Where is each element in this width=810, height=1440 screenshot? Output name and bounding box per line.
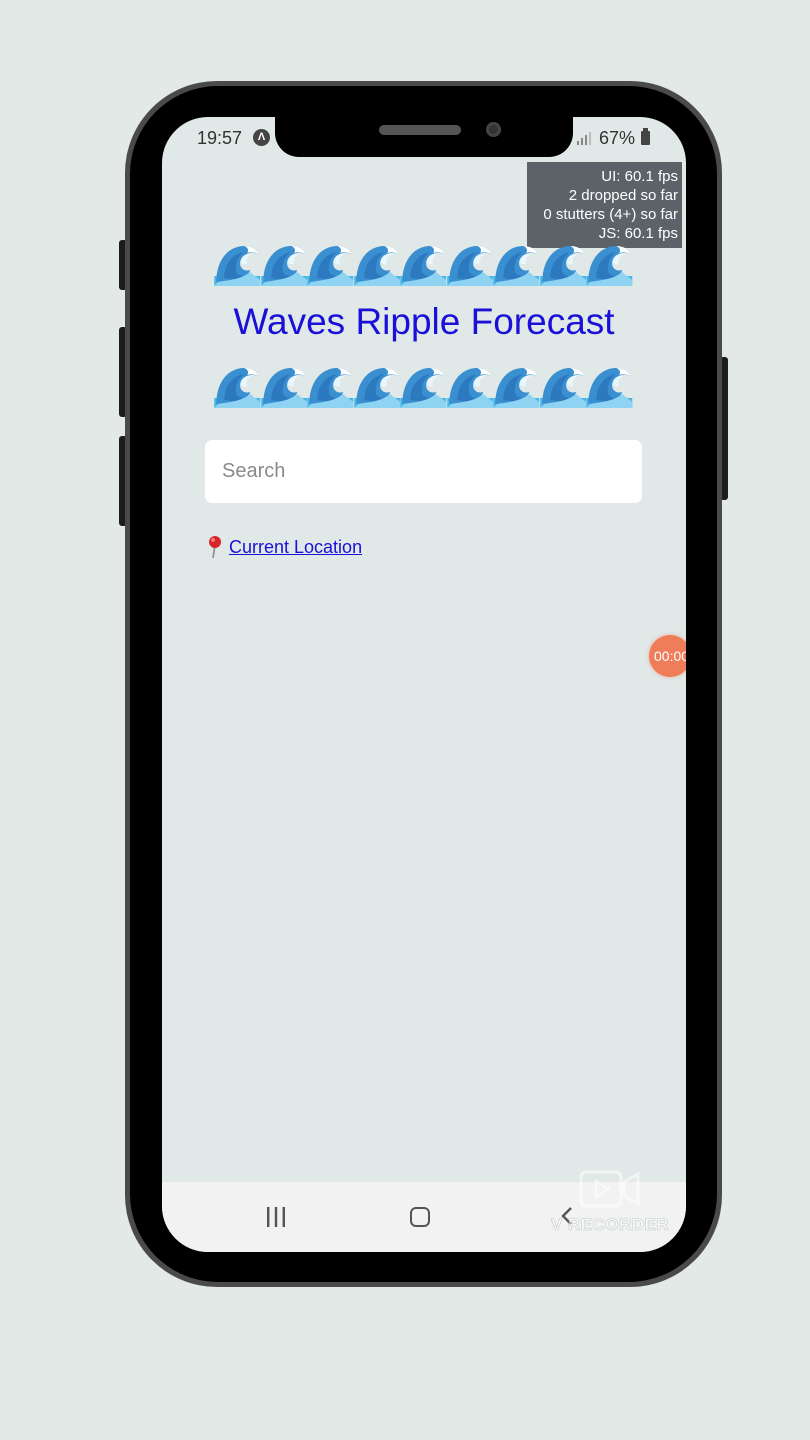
- perf-ui-fps: UI: 60.1 fps: [601, 168, 678, 185]
- wave-emoji-row-top: [214, 242, 634, 286]
- water-wave-icon: [539, 246, 586, 286]
- water-wave-icon: [353, 368, 400, 408]
- perf-dropped-frames: 2 dropped so far: [568, 187, 678, 204]
- current-location-row[interactable]: Current Location: [205, 535, 362, 559]
- expo-app-icon: Λ: [253, 129, 270, 146]
- water-wave-icon: [493, 246, 540, 286]
- home-icon[interactable]: [410, 1207, 430, 1227]
- water-wave-icon: [446, 368, 493, 408]
- water-wave-icon: [307, 246, 354, 286]
- water-wave-icon: [446, 246, 493, 286]
- water-wave-icon: [539, 368, 586, 408]
- earpiece-speaker: [379, 125, 461, 135]
- battery-percentage: 67%: [599, 128, 636, 148]
- water-wave-icon: [214, 368, 261, 408]
- performance-monitor: UI: 60.1 fps 2 dropped so far 0 stutters…: [527, 162, 682, 248]
- water-wave-icon: [214, 246, 261, 286]
- video-recorder-icon: [579, 1170, 640, 1208]
- battery-icon: [641, 128, 650, 145]
- perf-stutters: 0 stutters (4+) so far: [543, 206, 678, 223]
- water-wave-icon: [400, 246, 447, 286]
- round-pushpin-icon: [209, 536, 221, 559]
- phone-screen: 19:57 Λ 67% UI: 60.1 fps 2 dropped so fa…: [162, 117, 686, 1252]
- status-time: 19:57: [197, 128, 243, 148]
- camera-notch: [275, 117, 573, 157]
- recorder-watermark: V RECORDER: [546, 1168, 674, 1235]
- wave-emoji-row-bottom: [214, 364, 634, 408]
- recorder-timer-bubble[interactable]: 00:00: [649, 635, 686, 677]
- water-wave-icon: [493, 368, 540, 408]
- watermark-text: V RECORDER: [550, 1215, 670, 1235]
- water-wave-icon: [307, 368, 354, 408]
- water-wave-icon: [260, 246, 307, 286]
- background: 19:57 Λ 67% UI: 60.1 fps 2 dropped so fa…: [0, 0, 810, 1440]
- search-field[interactable]: [205, 440, 642, 503]
- front-camera: [486, 122, 501, 137]
- current-location-link[interactable]: Current Location: [229, 537, 362, 558]
- perf-js-fps: JS: 60.1 fps: [598, 225, 678, 242]
- water-wave-icon: [586, 368, 633, 408]
- water-wave-icon: [260, 368, 307, 408]
- recent-apps-icon[interactable]: [265, 1207, 287, 1227]
- page-title: Waves Ripple Forecast: [233, 301, 615, 342]
- water-wave-icon: [586, 246, 633, 286]
- water-wave-icon: [400, 368, 447, 408]
- water-wave-icon: [353, 246, 400, 286]
- search-input[interactable]: [220, 459, 642, 484]
- signal-icon: [577, 132, 591, 145]
